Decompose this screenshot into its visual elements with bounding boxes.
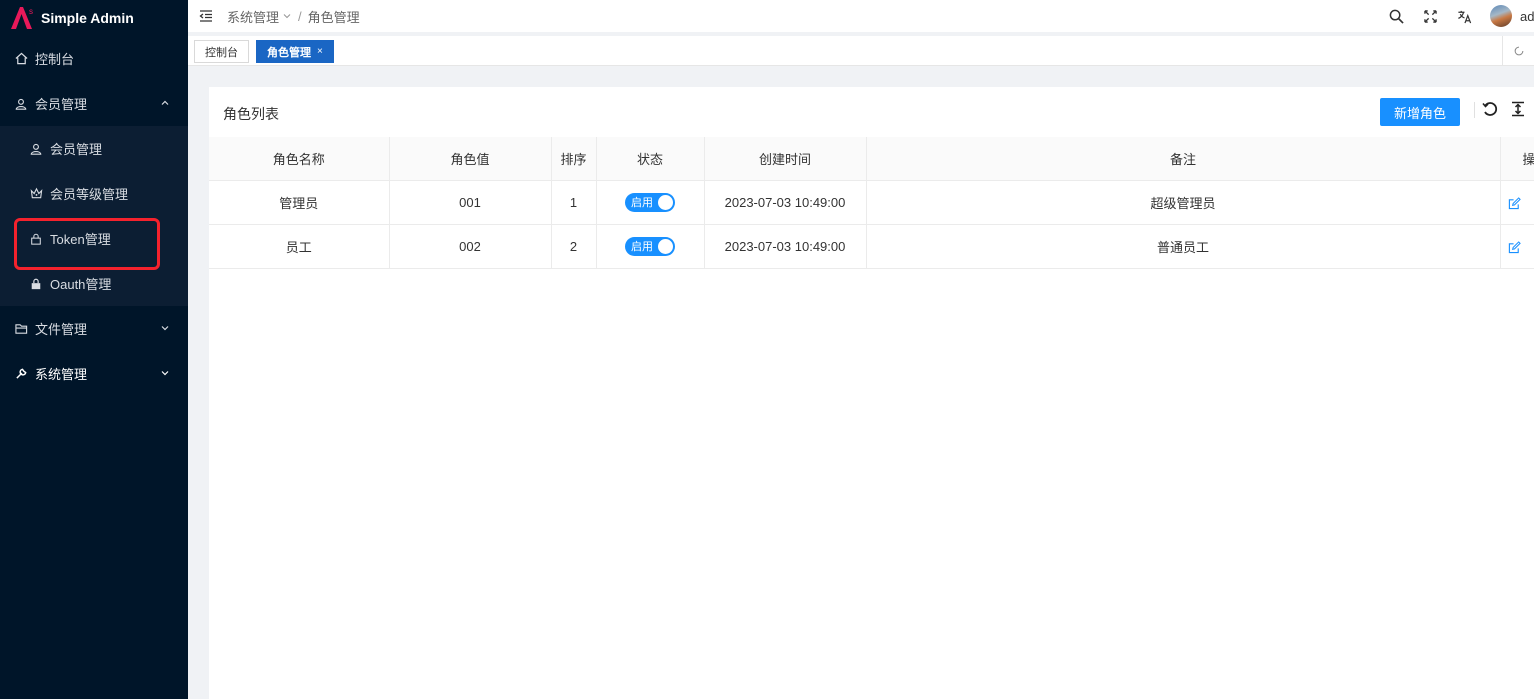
switch-label: 启用 [631,197,653,209]
tabs-refresh-button[interactable] [1502,36,1534,66]
column-header: 角色名称 [209,137,390,181]
sidebar-item-label: Token管理 [50,232,111,247]
logo[interactable]: s Simple Admin [0,0,188,36]
card-title: 角色列表 [223,106,279,122]
menu-fold-icon[interactable] [199,9,213,23]
submenu-members: 会员管理 会员等级管理 Token管理 Oauth管理 [0,126,188,306]
translate-icon[interactable] [1456,8,1472,24]
cell-role-value: 002 [389,224,552,269]
breadcrumb-item-role: 角色管理 [307,9,360,25]
sidebar-item-label: 控制台 [35,52,75,67]
lock-filled-icon [29,277,43,291]
cell-remark: 普通员工 [866,224,1501,269]
top-header: 系统管理 / 角色管理 admin [188,0,1534,32]
home-icon [14,52,28,66]
sidebar-item-token[interactable]: Token管理 [0,216,188,261]
table-row: 管理员 001 1 启用 2023-07-03 10:49:00 超级管理员 [209,180,1534,225]
cell-status: 启用 [596,180,705,225]
logo-icon: s [11,7,33,29]
sidebar-item-label: 系统管理 [35,367,88,382]
edit-icon[interactable] [1508,240,1521,254]
sidebar-item-label: Oauth管理 [50,277,112,292]
sidebar-item-label: 会员等级管理 [50,187,129,202]
sidebar-item-member-management[interactable]: 会员管理 [0,126,188,171]
cell-remark: 超级管理员 [866,180,1501,225]
role-list-card: 角色列表 新增角色 角色名称 角色值 排序 状态 创建时间 备注 操作 管理员 [209,87,1534,699]
sidebar-item-label: 会员管理 [50,142,103,157]
cell-created-time: 2023-07-03 10:49:00 [704,180,867,225]
tabs-bar: 控制台 角色管理 × [188,36,1534,66]
cell-sort: 2 [551,224,597,269]
status-switch[interactable]: 启用 [625,236,675,256]
close-icon[interactable]: × [317,46,323,57]
table-header-row: 角色名称 角色值 排序 状态 创建时间 备注 操作 [209,137,1534,181]
cell-created-time: 2023-07-03 10:49:00 [704,224,867,269]
sidebar-item-label: 文件管理 [35,322,88,337]
search-icon[interactable] [1388,8,1404,24]
cell-role-value: 001 [389,180,552,225]
table-row: 员工 002 2 启用 2023-07-03 10:49:00 普通员工 [209,224,1534,269]
column-header: 备注 [866,137,1501,181]
chevron-down-icon [283,14,291,19]
sidebar-item-members[interactable]: 会员管理 [0,81,188,126]
sidebar: s Simple Admin 控制台 会员管理 会员管理 会员等级管理 Toke… [0,0,188,699]
user-icon [14,97,28,111]
lock-icon [29,232,43,246]
switch-label: 启用 [631,241,653,253]
user-icon [29,142,43,156]
svg-text:s: s [29,7,33,16]
column-height-icon[interactable] [1510,101,1526,117]
sidebar-item-files[interactable]: 文件管理 [0,306,188,351]
fullscreen-icon[interactable] [1422,8,1438,24]
app-title: Simple Admin [41,10,134,26]
tab-dashboard[interactable]: 控制台 [194,40,249,63]
header-actions: admin [1388,0,1534,32]
username[interactable]: admin [1520,9,1534,24]
breadcrumb: 系统管理 / 角色管理 [227,7,360,26]
refresh-icon [1514,46,1523,56]
sidebar-item-system[interactable]: 系统管理 [0,351,188,396]
cell-role-name: 管理员 [209,180,390,225]
column-header: 状态 [596,137,705,181]
edit-icon[interactable] [1508,196,1521,210]
cell-role-name: 员工 [209,224,390,269]
role-table: 角色名称 角色值 排序 状态 创建时间 备注 操作 管理员 001 1 启用 [209,137,1534,269]
add-role-button[interactable]: 新增角色 [1380,98,1460,126]
breadcrumb-item-system[interactable]: 系统管理 [227,7,279,26]
avatar[interactable] [1490,5,1512,27]
toolbar-divider [1474,102,1475,118]
cell-sort: 1 [551,180,597,225]
folder-icon [14,322,28,336]
column-header: 创建时间 [704,137,867,181]
breadcrumb-separator: / [298,8,302,24]
cell-actions [1500,224,1534,269]
sidebar-item-dashboard[interactable]: 控制台 [0,36,188,81]
chevron-up-icon [161,100,169,105]
cell-status: 启用 [596,224,705,269]
sidebar-item-member-levels[interactable]: 会员等级管理 [0,171,188,216]
column-header: 角色值 [389,137,552,181]
status-switch[interactable]: 启用 [625,192,675,212]
sidebar-item-label: 会员管理 [35,97,88,112]
reload-icon[interactable] [1482,101,1498,117]
chevron-down-icon [161,371,169,376]
sidebar-item-oauth[interactable]: Oauth管理 [0,261,188,306]
switch-knob [658,194,673,210]
wrench-icon [14,367,28,381]
tab-label: 角色管理 [267,46,311,59]
cell-actions [1500,180,1534,225]
tab-role-management[interactable]: 角色管理 × [256,40,334,63]
crown-icon [29,187,43,201]
column-header: 操作 [1500,137,1534,181]
tab-label: 控制台 [205,46,238,59]
chevron-down-icon [161,326,169,331]
column-header: 排序 [551,137,597,181]
switch-knob [658,238,673,254]
